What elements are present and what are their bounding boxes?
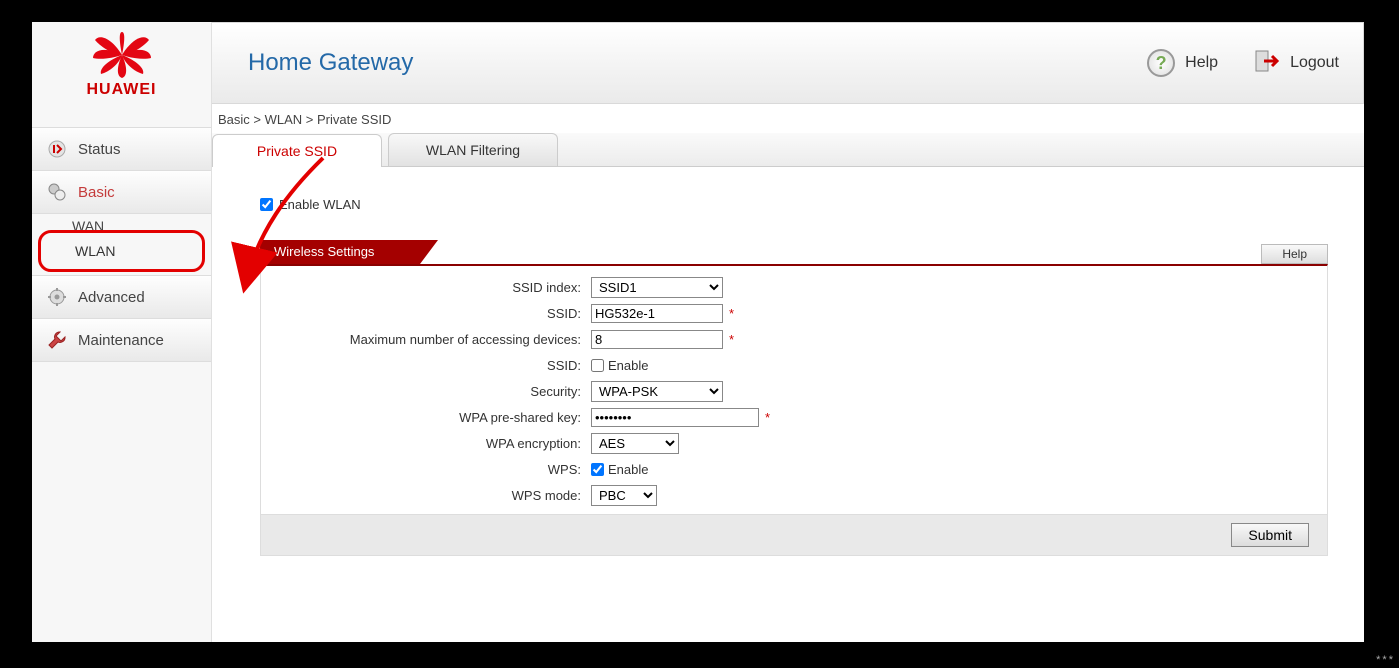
advanced-icon [46,286,68,308]
header: Home Gateway ? Help Logout [212,22,1364,104]
brand-name: HUAWEI [32,81,211,99]
nav-advanced[interactable]: Advanced [32,275,211,319]
tab-wlan-filtering[interactable]: WLAN Filtering [388,133,558,166]
help-icon: ? [1147,49,1175,77]
nav-basic[interactable]: Basic [32,170,211,214]
row-wps-mode: WPS mode: PBC [261,482,1327,508]
nav-maintenance-label: Maintenance [78,332,164,349]
enable-wlan-checkbox[interactable] [260,198,273,211]
required-mark: * [729,332,734,347]
subnav-wlan-label: WLAN [75,243,115,259]
tabs: Private SSID WLAN Filtering [212,133,1364,167]
basic-icon [46,181,68,203]
brand-logo: HUAWEI [32,22,211,105]
row-ssid-index: SSID index: SSID1 [261,274,1327,300]
subnav-basic: WAN WLAN [38,218,205,272]
row-wpa-enc: WPA encryption: AES [261,430,1327,456]
row-wps: WPS: Enable [261,456,1327,482]
label-ssid-index: SSID index: [261,280,591,295]
content: Enable WLAN Wireless Settings Help SSID … [212,167,1364,556]
nav-advanced-label: Advanced [78,289,145,306]
nav-status[interactable]: Status [32,127,211,171]
maintenance-icon [46,329,68,351]
checkbox-wps-enable[interactable] [591,463,604,476]
row-ssid-enable: SSID: Enable [261,352,1327,378]
input-max-devices[interactable] [591,330,723,349]
app-frame: HUAWEI Status Basic WAN WLAN Advanced [32,22,1364,642]
label-ssid: SSID: [261,306,591,321]
required-mark: * [765,410,770,425]
help-link[interactable]: ? Help [1147,49,1218,77]
select-wpa-enc[interactable]: AES [591,433,679,454]
label-wps-mode: WPS mode: [261,488,591,503]
wps-enable-text: Enable [608,462,648,477]
label-ssid-enable: SSID: [261,358,591,373]
subnav-wlan[interactable]: WLAN [38,230,205,272]
label-wpa-enc: WPA encryption: [261,436,591,451]
input-ssid[interactable] [591,304,723,323]
breadcrumb: Basic > WLAN > Private SSID [212,104,1364,133]
logout-link[interactable]: Logout [1254,48,1339,79]
checkbox-ssid-enable[interactable] [591,359,604,372]
label-max-devices: Maximum number of accessing devices: [261,332,591,347]
panel-header: Wireless Settings Help [260,240,1328,264]
panel-title-triangle [420,240,438,264]
watermark: *** [1376,654,1395,666]
row-ssid: SSID: * [261,300,1327,326]
enable-wlan-label: Enable WLAN [279,197,361,212]
label-wps: WPS: [261,462,591,477]
row-security: Security: WPA-PSK [261,378,1327,404]
main-area: Home Gateway ? Help Logout Basic > WLAN … [212,22,1364,642]
nav-maintenance[interactable]: Maintenance [32,318,211,362]
subnav-wan-partial: WAN [38,218,205,230]
panel-help-button[interactable]: Help [1261,244,1328,264]
required-mark: * [729,306,734,321]
nav-status-label: Status [78,141,121,158]
nav-basic-label: Basic [78,184,115,201]
sidebar: HUAWEI Status Basic WAN WLAN Advanced [32,22,212,642]
wireless-settings-form: SSID index: SSID1 SSID: * Maximum number… [260,264,1328,556]
ssid-enable-text: Enable [608,358,648,373]
status-icon [46,138,68,160]
label-wpa-key: WPA pre-shared key: [261,410,591,425]
select-wps-mode[interactable]: PBC [591,485,657,506]
select-ssid-index[interactable]: SSID1 [591,277,723,298]
submit-button[interactable]: Submit [1231,523,1309,547]
submit-bar: Submit [261,514,1327,555]
row-max-devices: Maximum number of accessing devices: * [261,326,1327,352]
input-wpa-key[interactable] [591,408,759,427]
label-security: Security: [261,384,591,399]
row-wpa-key: WPA pre-shared key: * [261,404,1327,430]
page-title: Home Gateway [248,49,1111,77]
huawei-flower-icon [91,32,153,78]
enable-wlan-row: Enable WLAN [260,197,1328,212]
panel-title: Wireless Settings [260,240,420,264]
select-security[interactable]: WPA-PSK [591,381,723,402]
tab-private-ssid[interactable]: Private SSID [212,134,382,167]
logout-icon [1254,48,1280,79]
